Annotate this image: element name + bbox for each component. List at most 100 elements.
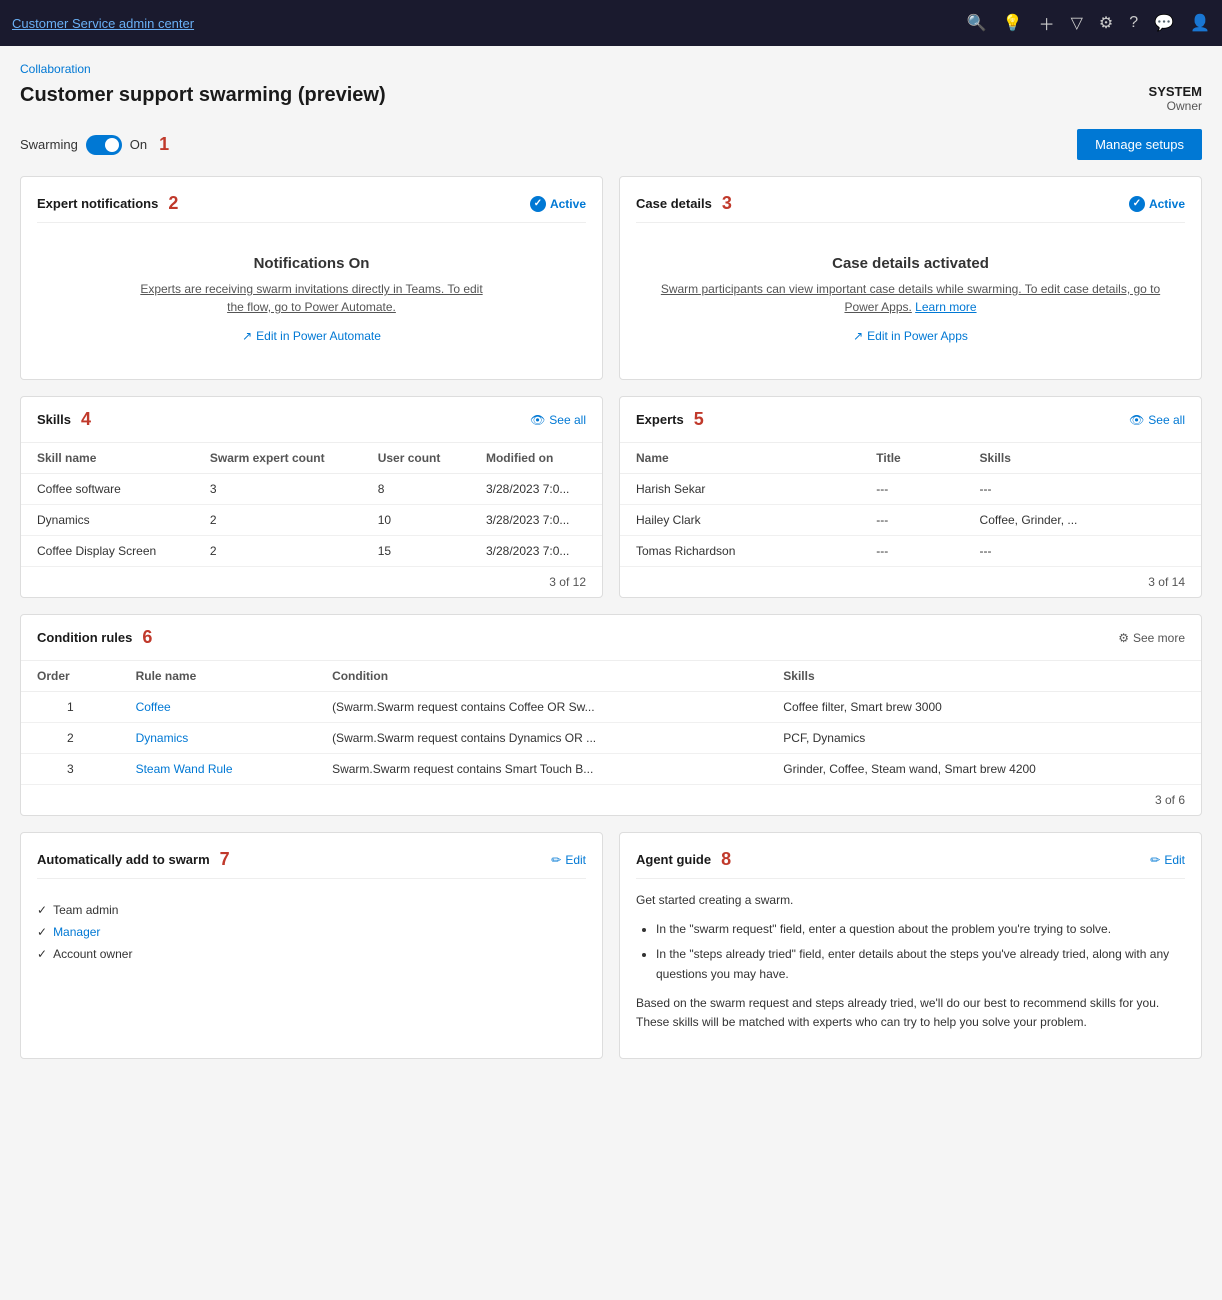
skills-see-all-link[interactable]: 👁 See all: [530, 413, 586, 427]
agent-guide-title: Agent guide: [636, 852, 711, 867]
auto-add-item-label: Manager: [53, 925, 100, 939]
expert-title: ---: [860, 505, 963, 536]
edit-power-apps-link[interactable]: ↗ Edit in Power Apps: [853, 329, 968, 343]
notif-desc-line2: the flow, go to Power Automate.: [227, 300, 396, 314]
rule-name[interactable]: Steam Wand Rule: [120, 754, 316, 785]
expert-notifications-title-group: Expert notifications 2: [37, 193, 178, 214]
auto-add-header: Automatically add to swarm 7 ✏ Edit: [37, 849, 586, 879]
search-icon[interactable]: 🔍: [967, 13, 987, 33]
notif-desc-line1: Experts are receiving swarm invitations …: [140, 282, 482, 296]
owner-label: Owner: [1149, 99, 1202, 113]
auto-add-title: Automatically add to swarm: [37, 852, 210, 867]
system-label: SYSTEM: [1149, 84, 1202, 99]
auto-add-step: 7: [220, 849, 230, 870]
edit-power-automate-label: Edit in Power Automate: [256, 329, 381, 343]
expert-name: Hailey Clark: [620, 505, 860, 536]
condition-rules-title: Condition rules: [37, 630, 132, 645]
swarming-label: Swarming: [20, 137, 78, 152]
skill-modified: 3/28/2023 7:0...: [470, 505, 602, 536]
agent-guide-edit-link[interactable]: ✏ Edit: [1150, 853, 1185, 867]
active-check-icon: ✓: [530, 196, 546, 212]
rule-skills: PCF, Dynamics: [767, 723, 1201, 754]
auto-add-edit-link[interactable]: ✏ Edit: [551, 853, 586, 867]
breadcrumb[interactable]: Collaboration: [20, 62, 1202, 76]
condition-rules-see-more-link[interactable]: ⚙ See more: [1118, 631, 1185, 645]
chat-icon[interactable]: 💬: [1154, 13, 1174, 33]
filter-icon[interactable]: ▽: [1071, 13, 1083, 33]
case-details-header: Case details 3 ✓ Active: [636, 193, 1185, 223]
experts-eye-icon: 👁: [1129, 413, 1144, 427]
condition-rules-table: Order Rule name Condition Skills 1 Coffe…: [21, 661, 1201, 785]
rule-name[interactable]: Dynamics: [120, 723, 316, 754]
expert-notifications-status: Active: [550, 197, 586, 211]
skills-col-expert-count: Swarm expert count: [194, 443, 362, 474]
swarming-step-badge: 1: [159, 134, 169, 155]
case-learn-more-link[interactable]: Learn more: [915, 298, 976, 316]
skills-col-name: Skill name: [21, 443, 194, 474]
manage-setups-button[interactable]: Manage setups: [1077, 129, 1202, 160]
app-title[interactable]: Customer Service admin center: [12, 16, 959, 31]
swarming-toggle[interactable]: [86, 135, 122, 155]
table-row: 1 Coffee (Swarm.Swarm request contains C…: [21, 692, 1201, 723]
rule-order: 2: [21, 723, 120, 754]
agent-guide-footer: Based on the swarm request and steps alr…: [636, 994, 1185, 1032]
skills-step: 4: [81, 409, 91, 430]
agent-guide-card: Agent guide 8 ✏ Edit Get started creatin…: [619, 832, 1202, 1059]
notif-title: Notifications On: [47, 255, 576, 272]
expert-notifications-step: 2: [168, 193, 178, 214]
skills-see-all-label: See all: [549, 413, 586, 427]
agent-guide-edit-icon: ✏: [1150, 853, 1160, 867]
check-icon: ✓: [37, 903, 47, 917]
agent-guide-step: 8: [721, 849, 731, 870]
external-link-icon: ↗: [242, 329, 252, 343]
rules-col-name: Rule name: [120, 661, 316, 692]
case-details-title-group: Case details 3: [636, 193, 732, 214]
power-apps-link-icon: ↗: [853, 329, 863, 343]
table-row: 3 Steam Wand Rule Swarm.Swarm request co…: [21, 754, 1201, 785]
toggle-on-label: On: [130, 137, 147, 152]
rules-col-skills: Skills: [767, 661, 1201, 692]
check-icon: ✓: [37, 925, 47, 939]
page-title: Customer support swarming (preview): [20, 84, 386, 107]
condition-rules-see-more-label: See more: [1133, 631, 1185, 645]
skills-table-header-row: Skill name Swarm expert count User count…: [21, 443, 602, 474]
skill-name: Coffee Display Screen: [21, 536, 194, 567]
system-owner: SYSTEM Owner: [1149, 84, 1202, 113]
agent-guide-intro: Get started creating a swarm.: [636, 891, 1185, 910]
case-details-status: Active: [1149, 197, 1185, 211]
skill-expert-count: 2: [194, 536, 362, 567]
table-row: Coffee software 3 8 3/28/2023 7:0...: [21, 474, 602, 505]
settings-icon[interactable]: ⚙: [1099, 13, 1113, 33]
experts-see-all-label: See all: [1148, 413, 1185, 427]
skill-modified: 3/28/2023 7:0...: [470, 536, 602, 567]
experts-see-all-link[interactable]: 👁 See all: [1129, 413, 1185, 427]
condition-rules-title-group: Condition rules 6: [37, 627, 152, 648]
person-icon[interactable]: 👤: [1190, 13, 1210, 33]
plus-icon[interactable]: ＋: [1039, 11, 1055, 35]
list-item: ✓ Account owner: [37, 943, 586, 965]
skills-experts-row: Skills 4 👁 See all Skill name Swarm expe…: [20, 396, 1202, 598]
question-icon[interactable]: ?: [1129, 14, 1138, 32]
expert-notifications-header: Expert notifications 2 ✓ Active: [37, 193, 586, 223]
skill-expert-count: 2: [194, 505, 362, 536]
experts-table: Name Title Skills Harish Sekar --- --- H…: [620, 443, 1201, 567]
auto-add-list: ✓ Team admin✓ Manager✓ Account owner: [37, 891, 586, 973]
expert-notifications-active-badge: ✓ Active: [530, 196, 586, 212]
expert-skills: ---: [964, 474, 1201, 505]
case-details-title: Case details: [636, 196, 712, 211]
skills-header: Skills 4 👁 See all: [21, 397, 602, 443]
lightbulb-icon[interactable]: 💡: [1003, 13, 1023, 33]
table-row: Hailey Clark --- Coffee, Grinder, ...: [620, 505, 1201, 536]
eye-icon: 👁: [530, 413, 545, 427]
case-details-active-badge: ✓ Active: [1129, 196, 1185, 212]
list-item: In the "swarm request" field, enter a qu…: [656, 920, 1185, 939]
expert-title: ---: [860, 474, 963, 505]
expert-notifications-content: Notifications On Experts are receiving s…: [37, 235, 586, 363]
condition-rules-header: Condition rules 6 ⚙ See more: [21, 615, 1201, 661]
edit-power-automate-link[interactable]: ↗ Edit in Power Automate: [242, 329, 381, 343]
rule-name[interactable]: Coffee: [120, 692, 316, 723]
condition-rules-header-row: Order Rule name Condition Skills: [21, 661, 1201, 692]
swarming-row: Swarming On 1 Manage setups: [20, 129, 1202, 160]
skill-user-count: 8: [362, 474, 470, 505]
experts-col-title: Title: [860, 443, 963, 474]
